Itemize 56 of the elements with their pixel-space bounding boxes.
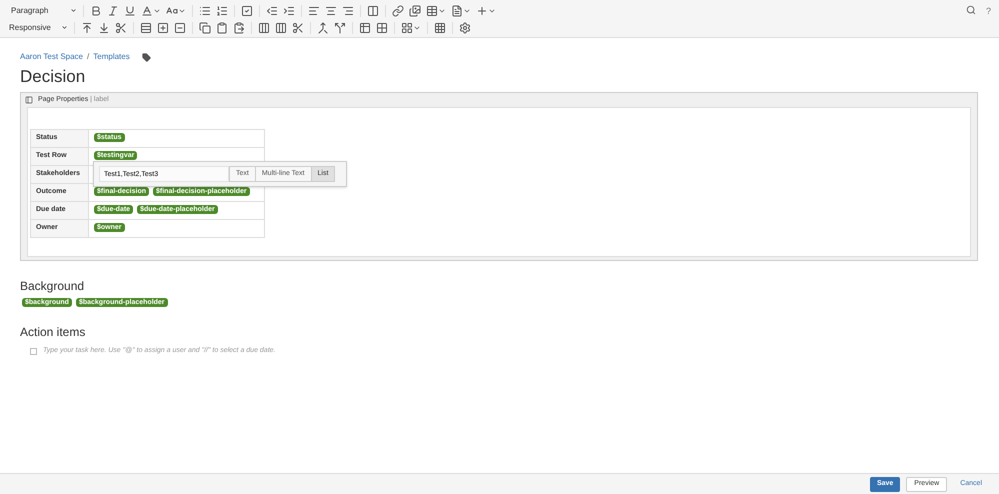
table-dropdown[interactable] [426,4,446,16]
column-left-button[interactable] [258,22,270,34]
cut-column-button[interactable] [292,22,304,34]
bold-button[interactable] [90,4,102,16]
images-button[interactable] [409,4,422,16]
italic-button[interactable] [107,4,120,16]
breadcrumb-link[interactable]: Templates [93,51,130,63]
help-button[interactable]: ? [986,5,991,18]
split-button[interactable] [334,22,346,34]
outdent-button[interactable] [266,4,278,16]
page-title[interactable]: Decision [20,66,979,88]
text-color-dropdown[interactable] [141,4,162,16]
table-grid-button[interactable] [434,22,446,34]
plus-dropdown[interactable] [476,4,496,16]
align-right-button[interactable] [342,4,354,16]
section-heading: Background [20,279,86,293]
clipboard-button[interactable] [216,22,228,34]
table-icon [426,4,438,16]
settings-button[interactable] [458,22,471,34]
cut-row-button[interactable] [114,22,127,34]
text-color-icon [141,4,154,16]
paste-button[interactable] [232,22,245,34]
add-button[interactable] [156,22,169,34]
document-dropdown[interactable] [451,4,472,16]
row-below-button[interactable] [98,22,110,34]
align-left-button[interactable] [308,4,320,16]
font-size-dropdown[interactable] [166,4,186,16]
caret-icon [60,24,68,31]
merge-button[interactable] [316,22,329,34]
paragraph-dropdown[interactable]: Paragraph [0,4,84,16]
responsive-dropdown[interactable]: Responsive [0,22,74,34]
rows-button[interactable] [140,22,152,34]
underline-button[interactable] [124,4,136,16]
columns-button[interactable] [367,4,380,16]
column-right-button[interactable] [274,22,287,34]
font-size-icon [166,4,178,16]
section-heading: Action items [20,325,86,339]
numbered-list-button[interactable] [216,4,228,16]
align-center-button[interactable] [325,4,338,16]
breadcrumb-link[interactable]: Aaron Test Space [20,51,84,63]
caret-icon [70,7,78,14]
label-icon[interactable] [142,52,151,62]
checkbox-button[interactable] [241,4,254,16]
remove-button[interactable] [174,22,186,34]
task-checkbox[interactable] [30,348,37,355]
plus-icon [476,4,488,16]
link-button[interactable] [392,4,404,16]
breadcrumb-separator: / [87,51,90,63]
macro-icon [25,96,33,104]
row-above-button[interactable] [80,22,93,34]
document-icon [451,4,464,16]
table-header-button[interactable] [358,22,371,34]
copy-button[interactable] [198,22,211,34]
search-button[interactable] [966,5,976,15]
indent-button[interactable] [283,4,296,16]
grid-button[interactable] [376,22,388,34]
